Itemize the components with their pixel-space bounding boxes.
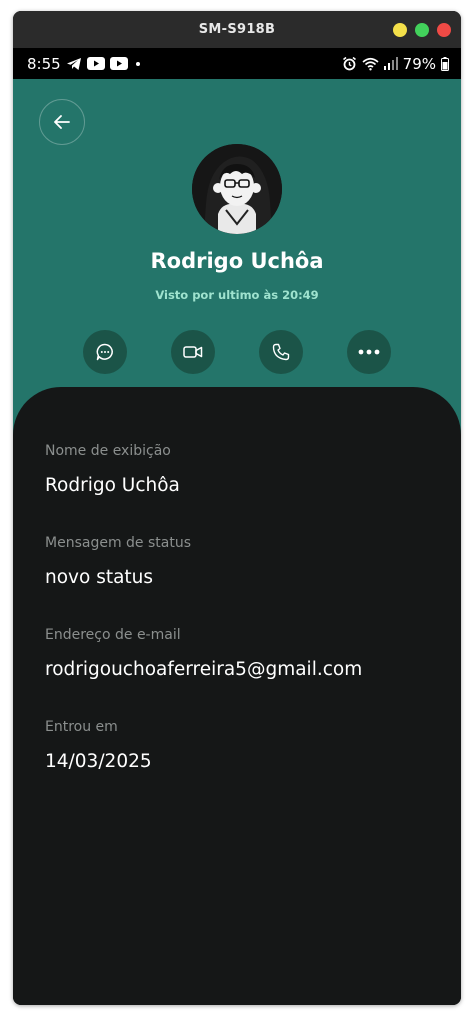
wifi-icon [362, 57, 379, 70]
joined-label: Entrou em [45, 719, 118, 735]
back-button[interactable] [39, 99, 85, 145]
more-options-button[interactable] [347, 330, 391, 374]
profile-details-panel: Nome de exibição Rodrigo Uchôa Mensagem … [13, 387, 461, 1005]
emulator-window: SM-S918B 8:55 79% Rodrigo Uchôa Visto po… [13, 11, 461, 1005]
window-title: SM-S918B [198, 22, 276, 37]
battery-percentage: 79% [402, 54, 436, 73]
status-message-value: novo status [45, 567, 154, 588]
display-name-label: Nome de exibição [45, 443, 171, 459]
last-seen-status: Visto por ultimo às 20:49 [155, 288, 319, 302]
display-name-value: Rodrigo Uchôa [45, 475, 180, 496]
signal-icon [383, 57, 398, 70]
avatar[interactable] [192, 144, 282, 234]
voice-call-button[interactable] [259, 330, 303, 374]
contact-name: Rodrigo Uchôa [150, 249, 324, 273]
message-icon [96, 343, 113, 361]
profile-header: Rodrigo Uchôa Visto por ultimo às 20:49 [13, 79, 461, 439]
telegram-icon [66, 57, 81, 70]
status-time: 8:55 [27, 54, 61, 73]
more-icon [358, 349, 380, 355]
phone-icon [272, 343, 290, 361]
video-call-button[interactable] [171, 330, 215, 374]
window-titlebar: SM-S918B [13, 11, 461, 48]
email-value: rodrigouchoaferreira5@gmail.com [45, 659, 363, 680]
notification-dot-icon [135, 61, 140, 66]
joined-value: 14/03/2025 [45, 751, 152, 772]
youtube-icon [86, 57, 105, 70]
avatar-image [192, 144, 282, 234]
arrow-left-icon [54, 115, 70, 129]
minimize-button[interactable] [393, 23, 407, 37]
maximize-button[interactable] [415, 23, 429, 37]
close-button[interactable] [437, 23, 451, 37]
message-button[interactable] [83, 330, 127, 374]
battery-icon [441, 56, 449, 71]
window-controls [393, 23, 451, 37]
status-message-label: Mensagem de status [45, 535, 191, 551]
video-icon [183, 346, 203, 358]
alarm-icon [342, 56, 356, 71]
email-label: Endereço de e-mail [45, 627, 181, 643]
status-bar: 8:55 79% [13, 48, 461, 79]
youtube-icon [109, 57, 128, 70]
